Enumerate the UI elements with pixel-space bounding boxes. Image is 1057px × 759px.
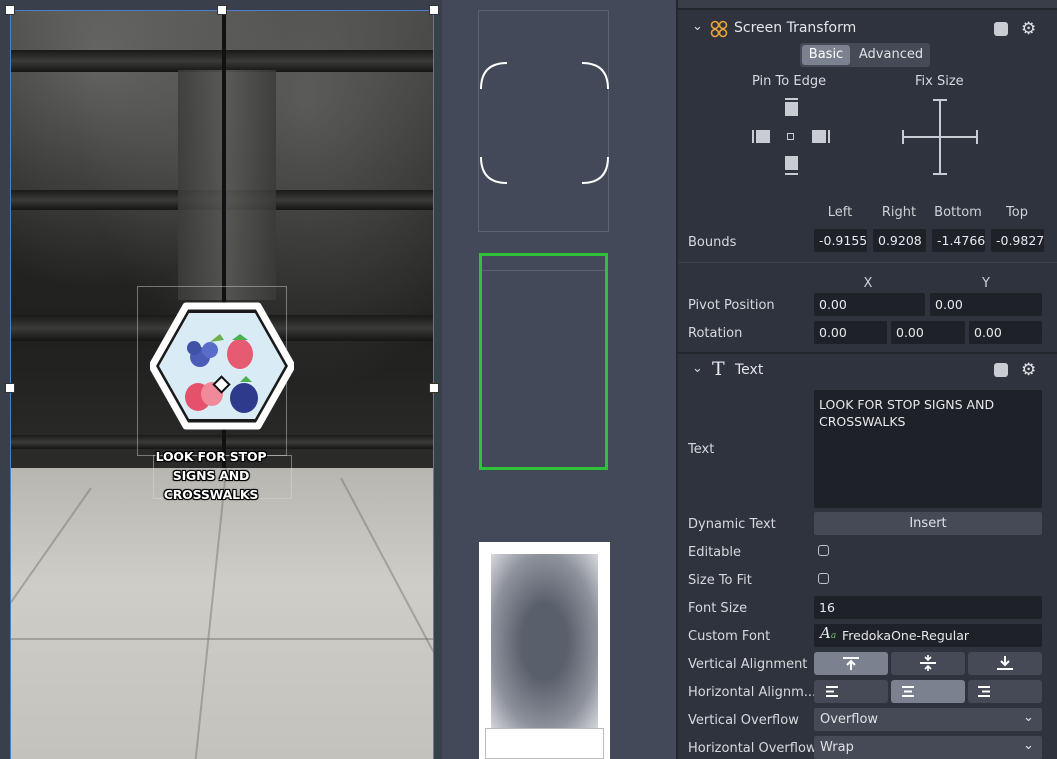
pin-left-button[interactable] [756,130,770,143]
chevron-down-icon: ⌄ [1023,710,1034,725]
bounds-bottom-field[interactable]: -1.4766 [932,229,985,252]
safe-render-preview[interactable] [478,10,609,232]
align-right-button[interactable] [968,680,1042,703]
align-bottom-button[interactable] [968,652,1042,675]
tab-advanced[interactable]: Advanced [854,45,928,65]
text-value-textarea[interactable]: LOOK FOR STOP SIGNS AND CROSSWALKS [814,390,1042,508]
pin-top-button[interactable] [785,102,798,116]
align-right-icon [978,686,990,697]
preview-panel [442,0,676,759]
pin-to-edge-label: Pin To Edge [752,74,827,89]
text-component-title: Text [735,362,764,378]
camera-settings-row [678,0,1057,8]
pivot-position-label: Pivot Position [688,298,775,313]
screen-transform-title: Screen Transform [734,20,857,36]
gear-icon[interactable]: ⚙ [1021,19,1036,39]
bounds-left-field[interactable]: -0.9155 [814,229,867,252]
horizontal-overflow-select[interactable]: Wrap [814,736,1042,759]
align-middle-button[interactable] [891,652,965,675]
selected-screen-preview[interactable] [479,253,608,470]
pin-bottom-button[interactable] [785,156,798,170]
align-middle-icon [920,655,936,671]
align-top-button[interactable] [814,652,888,675]
text-component-icon: T [712,358,725,380]
pin-center-button[interactable] [787,133,794,140]
size-to-fit-checkbox[interactable] [818,573,829,584]
horizontal-alignment-label: Horizontal Alignm... [688,685,817,700]
editable-label: Editable [688,545,742,560]
bounds-right-field[interactable]: 0.9208 [873,229,926,252]
font-size-label: Font Size [688,601,748,616]
rotation-x-field[interactable]: 0.00 [814,321,887,344]
vertical-alignment-label: Vertical Alignment [688,657,808,672]
bounds-top-field[interactable]: -0.9827 [991,229,1044,252]
text-label: Text [688,442,715,457]
chevron-down-icon: ⌄ [1023,738,1034,753]
font-size-field[interactable]: 16 [814,596,1042,619]
editable-checkbox[interactable] [818,545,829,556]
vertical-overflow-label: Vertical Overflow [688,713,799,728]
font-asset-icon: Aa [820,624,837,642]
concrete-floor-background [10,468,434,759]
insert-button[interactable]: Insert [814,512,1042,535]
custom-font-field[interactable]: FredokaOne-Regular [814,624,1042,647]
rotation-label: Rotation [688,326,743,341]
gear-icon[interactable]: ⚙ [1021,360,1036,380]
custom-font-label: Custom Font [688,629,771,644]
align-top-icon [843,657,859,670]
bounds-top-header: Top [1006,205,1028,220]
resize-handle-top-right[interactable] [429,5,439,15]
scene-viewport[interactable]: LOOK FOR STOP SIGNS AND CROSSWALKS [0,0,442,759]
pivot-x-field[interactable]: 0.00 [814,293,925,316]
bounds-right-header: Right [881,205,917,220]
y-header: Y [982,276,990,291]
size-to-fit-label: Size To Fit [688,573,752,588]
pin-right-button[interactable] [812,130,826,143]
rotation-y-field[interactable]: 0.00 [891,321,965,344]
inspector-panel: ⌄ Screen Transform ⚙ Basic Advanced Pin … [676,0,1057,759]
berries-badge-image[interactable] [150,302,294,430]
bounds-label: Bounds [688,235,737,250]
resize-handle-top[interactable] [217,5,227,15]
bounds-bottom-header: Bottom [934,205,982,220]
dynamic-text-label: Dynamic Text [688,517,776,532]
align-center-button[interactable] [891,680,965,703]
collapse-chevron-icon[interactable]: ⌄ [692,19,703,34]
vignette-preview[interactable] [479,542,610,759]
pivot-y-field[interactable]: 0.00 [930,293,1042,316]
align-left-button[interactable] [814,680,888,703]
text-enabled-checkbox[interactable] [994,363,1008,377]
badge-caption-text: LOOK FOR STOP SIGNS AND CROSSWALKS [155,449,267,502]
align-bottom-icon [997,656,1013,670]
resize-handle-top-left[interactable] [5,5,15,15]
resize-handle-right[interactable] [429,383,439,393]
screen-transform-icon [710,20,728,38]
fix-size-label: Fix Size [915,74,964,89]
fix-size-widget[interactable] [902,99,978,175]
tab-basic[interactable]: Basic [802,45,850,65]
x-header: X [863,276,873,291]
collapse-chevron-icon[interactable]: ⌄ [692,361,703,376]
align-left-icon [826,686,838,697]
vertical-overflow-select[interactable]: Overflow [814,708,1042,731]
horizontal-overflow-label: Horizontal Overflow [688,741,817,756]
align-center-icon [902,686,914,697]
pin-to-edge-widget[interactable] [752,98,830,176]
rotation-z-field[interactable]: 0.00 [969,321,1042,344]
screen-transform-enabled-checkbox[interactable] [994,22,1008,36]
resize-handle-left[interactable] [5,383,15,393]
bounds-left-header: Left [827,205,853,220]
